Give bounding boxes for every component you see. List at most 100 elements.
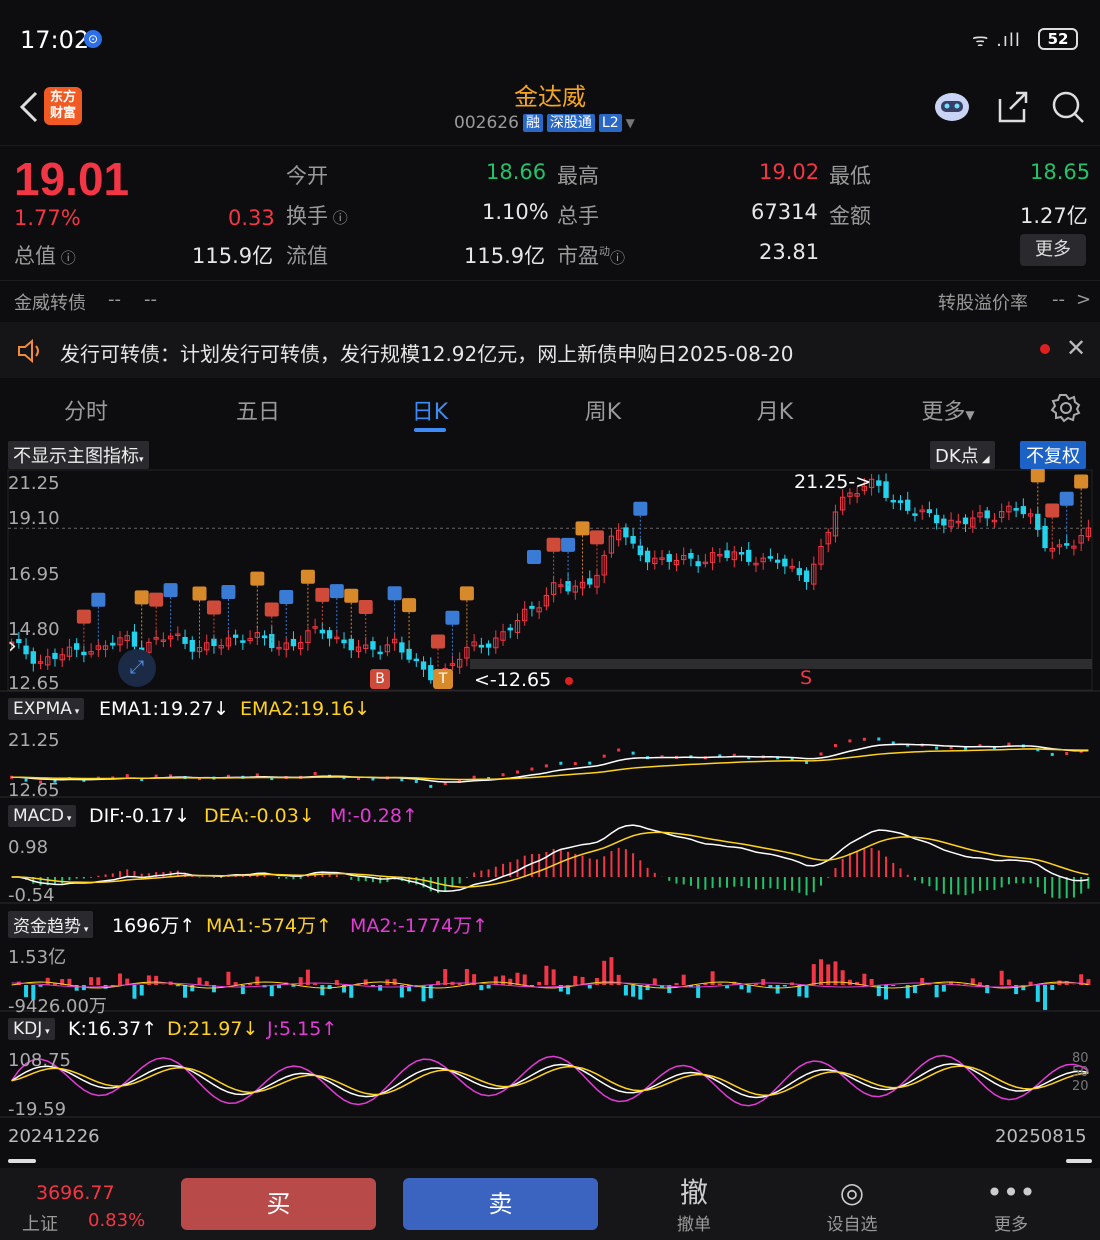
candle-body <box>933 514 940 524</box>
expma-candle <box>573 762 577 766</box>
signal-badge <box>575 521 590 536</box>
tag-hk-connect: 深股通 <box>546 114 595 132</box>
tag-l2: L2 <box>598 114 622 132</box>
signal-badge <box>633 501 648 516</box>
kline-chart-area[interactable]: 不显示主图指标▾ DK点 ◢ 不复权 21.25 19.10 16.95 14.… <box>0 437 1100 1163</box>
main-indicator-dropdown[interactable]: 不显示主图指标▾ <box>8 441 149 469</box>
index-name[interactable]: 上证 <box>22 1210 58 1236</box>
convertible-bond-row[interactable]: 金威转债 -- -- 转股溢价率 -- > <box>0 280 1100 322</box>
sell-button[interactable]: 卖 <box>403 1178 598 1230</box>
more-dots-icon: ••• <box>986 1176 1036 1209</box>
scroll-handle-right[interactable] <box>1066 1159 1092 1163</box>
more-actions-button[interactable]: ••• 更多 <box>971 1176 1051 1235</box>
kdj-name: KDJ <box>13 1019 43 1039</box>
kdj-indicator-dropdown[interactable]: KDJ ▾ <box>8 1018 55 1040</box>
search-icon[interactable] <box>1048 87 1088 127</box>
candle-body <box>529 605 535 609</box>
low-label: 最低 <box>829 164 871 188</box>
market-cap-label[interactable]: 总值 ⓘ <box>14 240 76 270</box>
expma-name: EXPMA <box>13 699 72 719</box>
turnover-label[interactable]: 换手 ⓘ <box>286 200 348 230</box>
adjust-mode-button[interactable]: 不复权 <box>1020 441 1086 469</box>
speaker-icon <box>18 338 39 364</box>
chevron-right-icon: > <box>1076 289 1092 310</box>
settings-gear-icon[interactable] <box>1050 392 1082 424</box>
fund-trend-dropdown[interactable]: 资金趋势 ▾ <box>8 911 94 938</box>
candle-body <box>962 517 969 525</box>
bond-label: 金威转债 <box>14 293 86 314</box>
add-watchlist-label: 设自选 <box>826 1215 878 1235</box>
battery-icon: 52 <box>1038 28 1078 50</box>
fund-ma1-text: MA1:-574万 <box>206 915 317 937</box>
corner-arrow-icon: ◢ <box>978 454 990 465</box>
buy-button[interactable]: 买 <box>181 1178 376 1230</box>
wifi-signal-icon: ᯤ .ıll <box>972 30 1021 51</box>
ema2-line <box>11 748 1089 781</box>
more-quote-button[interactable]: 更多 <box>1020 234 1086 266</box>
signal-badge <box>1074 474 1089 489</box>
fullscreen-expand-icon[interactable]: ⤢ <box>118 649 156 687</box>
candle-body <box>73 643 80 650</box>
dk-point-button[interactable]: DK点 ◢ <box>930 441 995 469</box>
expma-candle <box>819 752 823 756</box>
tab-daily-k[interactable]: 日K <box>380 394 480 426</box>
robot-assistant-icon[interactable] <box>932 87 972 127</box>
date-end: 20250815 <box>995 1126 1087 1147</box>
signal-badge <box>459 586 474 601</box>
candle-body <box>1020 506 1027 515</box>
location-icon: ⊙ <box>84 30 102 48</box>
share-icon[interactable] <box>992 87 1032 127</box>
cancel-order-button[interactable]: 撤 撤单 <box>654 1176 734 1235</box>
expma-axis-top: 21.25 <box>8 730 60 751</box>
notice-banner[interactable]: 发行可转债：计划发行可转债，发行规模12.92亿元，网上新债申购日2025-08… <box>0 322 1100 378</box>
kdj-axis-bottom: -19.59 <box>8 1099 67 1120</box>
tab-more[interactable]: 更多▼ <box>898 394 998 426</box>
fund-axis-bottom: -9426.00万 <box>8 996 107 1017</box>
add-watchlist-button[interactable]: ◎ 设自选 <box>812 1176 892 1235</box>
main-indicator-label: 不显示主图指标 <box>13 446 139 467</box>
macd-m: M:-0.28↑ <box>330 805 418 827</box>
candle-body <box>232 634 239 638</box>
macd-axis-bottom: -0.54 <box>8 885 55 906</box>
expma-indicator-dropdown[interactable]: EXPMA ▾ <box>8 698 85 720</box>
signal-badge <box>1030 468 1045 483</box>
fund-name: 资金趋势 <box>13 917 81 937</box>
expma-candle <box>559 761 563 765</box>
ema2-value: EMA2:19.16↓ <box>240 698 370 720</box>
scroll-handle-left[interactable] <box>8 1159 36 1163</box>
premium-label: 转股溢价率 <box>938 293 1028 314</box>
tab-monthly-k[interactable]: 月K <box>725 394 825 426</box>
tab-weekly-k[interactable]: 周K <box>553 394 653 426</box>
expma-candle <box>255 773 259 777</box>
signal-badge <box>206 600 221 615</box>
t-signal-badge[interactable]: T <box>433 669 453 689</box>
index-value[interactable]: 3696.77 <box>36 1182 115 1204</box>
up-arrow-icon: ↑ <box>316 915 332 937</box>
candle-body <box>644 550 651 563</box>
expma-candle <box>1050 752 1054 756</box>
macd-dea: DEA:-0.03↓ <box>204 805 315 827</box>
candle-body <box>1013 508 1019 511</box>
macd-indicator-dropdown[interactable]: MACD ▾ <box>8 805 77 827</box>
candle-body <box>897 500 904 503</box>
signal-badge <box>561 537 576 552</box>
candle-body <box>319 629 326 634</box>
candle-body <box>984 510 990 519</box>
candle-body <box>912 513 918 516</box>
close-icon[interactable]: ✕ <box>1066 334 1086 362</box>
signal-badge <box>546 537 561 552</box>
candle-body <box>767 556 774 559</box>
candle-body <box>630 535 636 544</box>
kline-chart-svg[interactable] <box>0 437 1100 1162</box>
signal-badge <box>329 584 344 599</box>
watchlist-icon: ◎ <box>839 1176 865 1209</box>
buy-signal-badge[interactable]: B <box>370 669 390 689</box>
cancel-order-icon: 撤 <box>679 1176 708 1209</box>
chevron-down-icon[interactable]: ▼ <box>626 116 635 130</box>
index-percent[interactable]: 0.83% <box>88 1210 145 1231</box>
expand-left-icon[interactable]: › <box>8 634 17 659</box>
pe-label[interactable]: 市盈动ⓘ <box>557 240 625 270</box>
tab-five-day[interactable]: 五日 <box>208 394 308 426</box>
tab-intraday[interactable]: 分时 <box>36 394 136 426</box>
candle-body <box>926 509 933 514</box>
